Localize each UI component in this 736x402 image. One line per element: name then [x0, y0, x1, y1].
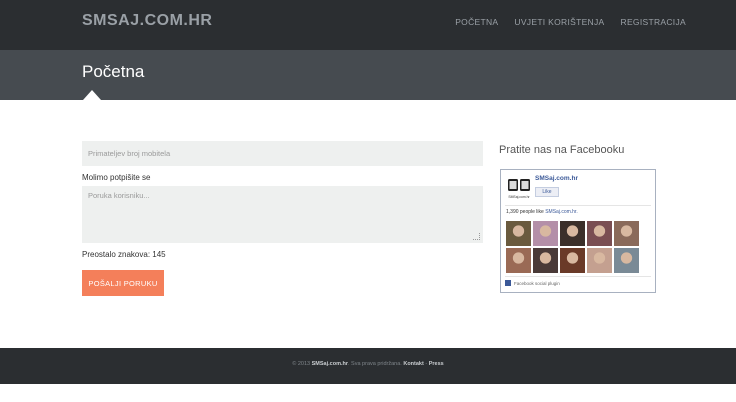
- message-placeholder: Poruka korisniku...: [88, 191, 150, 200]
- nav-item-uvjeti[interactable]: UVJETI KORIŠTENJA: [514, 17, 604, 27]
- footer-kontakt-link[interactable]: Kontakt: [403, 361, 423, 367]
- recipient-phone-input[interactable]: Primateljev broj mobitela: [82, 141, 483, 166]
- fan-avatar[interactable]: [560, 248, 585, 273]
- message-textarea[interactable]: Poruka korisniku...: [82, 186, 483, 243]
- likes-count-text: 1,390 people like: [506, 209, 544, 215]
- page-logo-caption: SMSaj.com.hr: [508, 195, 530, 199]
- fan-avatar[interactable]: [506, 248, 531, 273]
- fan-avatar[interactable]: [614, 221, 639, 246]
- copyright-year: © 2013: [292, 361, 311, 367]
- remaining-chars: Preostalo znakova: 145: [82, 250, 166, 259]
- like-label: Like: [542, 189, 552, 195]
- fan-avatar[interactable]: [533, 221, 558, 246]
- facebook-icon: [505, 280, 511, 286]
- facebook-like-box: SMSaj.com.hr SMSaj.com.hr Like 1,390 peo…: [500, 169, 656, 293]
- rights-text: . Sva prava pridržana.: [348, 361, 402, 367]
- fan-avatar[interactable]: [506, 221, 531, 246]
- fan-avatar[interactable]: [587, 248, 612, 273]
- send-message-button[interactable]: POŠALJI PORUKU: [82, 270, 164, 296]
- page-header: Početna: [0, 50, 736, 100]
- fan-avatar[interactable]: [560, 221, 585, 246]
- main-nav: POČETNA UVJETI KORIŠTENJA REGISTRACIJA: [455, 17, 686, 27]
- facebook-like-button[interactable]: Like: [535, 187, 559, 197]
- header-pointer: [83, 90, 101, 100]
- likes-page-link[interactable]: SMSaj.com.hr.: [545, 209, 578, 215]
- remaining-count: 145: [152, 250, 166, 259]
- divider: [505, 276, 651, 277]
- facebook-heading: Pratite nas na Facebooku: [499, 144, 625, 156]
- fan-avatar[interactable]: [533, 248, 558, 273]
- facebook-page-name[interactable]: SMSaj.com.hr: [535, 175, 578, 182]
- footer-site-link[interactable]: SMSaj.com.hr: [312, 361, 348, 367]
- brand-logo[interactable]: SMSAJ.COM.HR: [82, 12, 212, 30]
- phone-placeholder: Primateljev broj mobitela: [88, 149, 171, 158]
- fan-avatar[interactable]: [614, 248, 639, 273]
- likes-count: 1,390 people like SMSaj.com.hr.: [506, 209, 578, 215]
- nav-item-pocetna[interactable]: POČETNA: [455, 17, 498, 27]
- remaining-label: Preostalo znakova:: [82, 250, 151, 259]
- nav-item-registracija[interactable]: REGISTRACIJA: [621, 17, 686, 27]
- fan-avatar[interactable]: [587, 221, 612, 246]
- facebook-plugin-footer[interactable]: Facebook social plugin: [505, 280, 560, 286]
- page-title: Početna: [82, 62, 145, 81]
- fan-faces-grid: [506, 221, 639, 273]
- resize-handle-icon[interactable]: [473, 233, 480, 240]
- plugin-label: Facebook social plugin: [514, 280, 560, 286]
- page-logo-icon[interactable]: SMSaj.com.hr: [507, 176, 531, 200]
- page-footer: © 2013 SMSaj.com.hr. Sva prava pridržana…: [0, 348, 736, 384]
- divider: [505, 205, 651, 206]
- footer-text: © 2013 SMSaj.com.hr. Sva prava pridržana…: [0, 361, 736, 367]
- footer-press-link[interactable]: Press: [429, 361, 444, 367]
- signature-label: Molimo potpišite se: [82, 173, 151, 182]
- top-navbar: SMSAJ.COM.HR POČETNA UVJETI KORIŠTENJA R…: [0, 0, 736, 50]
